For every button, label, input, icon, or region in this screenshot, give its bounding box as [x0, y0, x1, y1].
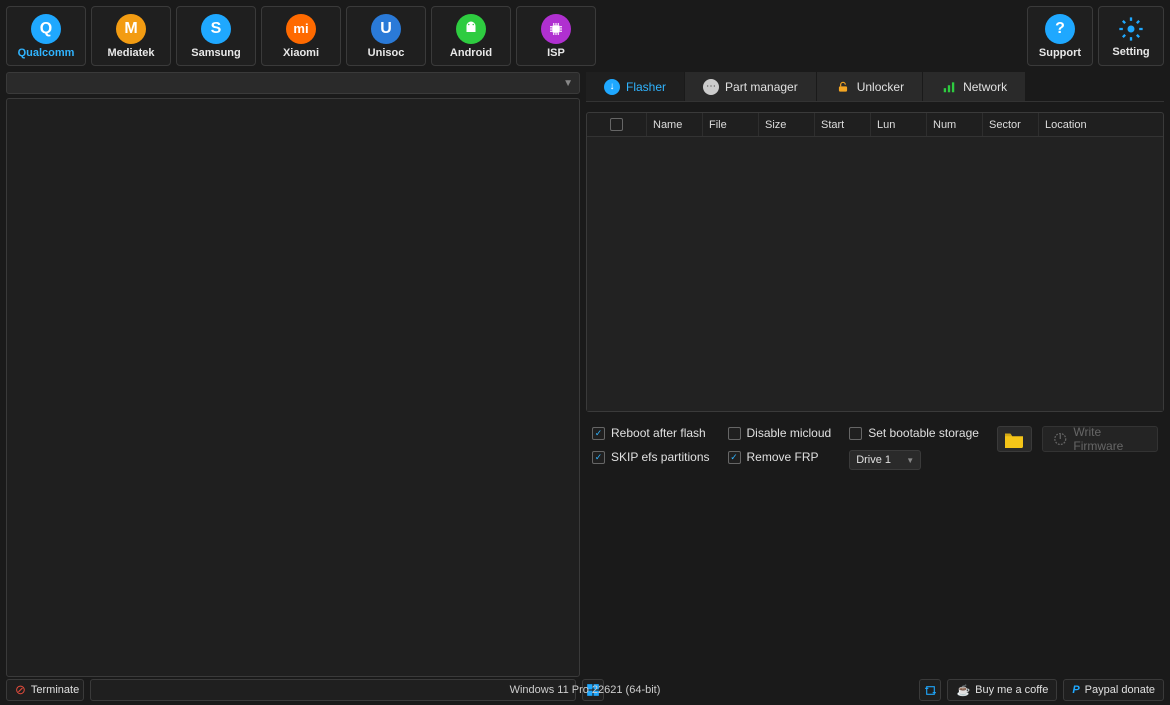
brand-label: ISP — [547, 47, 565, 59]
paypal-label: Paypal donate — [1085, 684, 1155, 696]
paypal-donate-button[interactable]: P Paypal donate — [1063, 679, 1164, 701]
write-firmware-label: Write Firmware — [1073, 425, 1147, 453]
stop-icon: ⊘ — [15, 682, 26, 698]
brand-label: Android — [450, 47, 492, 59]
write-firmware-button: Write Firmware — [1042, 426, 1158, 452]
header-checkbox-col — [587, 113, 647, 136]
select-all-checkbox[interactable] — [610, 118, 623, 131]
isp-icon — [541, 14, 571, 44]
brand-android[interactable]: Android — [431, 6, 511, 66]
screenshot-button[interactable] — [919, 679, 941, 701]
drive-select[interactable]: Drive 1 ▼ — [849, 450, 921, 470]
terminate-label: Terminate — [31, 684, 79, 696]
brand-label: Unisoc — [368, 47, 405, 59]
checkbox-icon — [849, 427, 862, 440]
brand-toolbar: Q Qualcomm M Mediatek S Samsung mi Xiaom… — [0, 0, 1170, 72]
samsung-icon: S — [201, 14, 231, 44]
brand-label: Xiaomi — [283, 47, 319, 59]
table-body — [587, 137, 1163, 411]
status-bar: ⊘ Terminate Windows 11 Pro 22621 (64-bit… — [0, 679, 1170, 705]
col-file[interactable]: File — [703, 113, 759, 136]
checkbox-icon — [592, 427, 605, 440]
chevron-down-icon: ▼ — [563, 78, 573, 89]
signal-icon — [941, 79, 957, 95]
tab-flasher[interactable]: ↓ Flasher — [586, 72, 685, 101]
power-icon — [1053, 431, 1068, 447]
brand-qualcomm[interactable]: Q Qualcomm — [6, 6, 86, 66]
paypal-icon: P — [1072, 684, 1079, 696]
brand-label: Qualcomm — [18, 47, 75, 59]
checkbox-icon — [728, 427, 741, 440]
tab-label: Unlocker — [857, 80, 904, 94]
drive-value: Drive 1 — [856, 454, 891, 466]
windows-button[interactable] — [582, 679, 604, 701]
browse-firmware-button[interactable] — [997, 426, 1032, 452]
brand-samsung[interactable]: S Samsung — [176, 6, 256, 66]
tab-unlocker[interactable]: Unlocker — [817, 72, 923, 101]
skip-efs-checkbox[interactable]: SKIP efs partitions — [592, 450, 710, 464]
col-sector[interactable]: Sector — [983, 113, 1039, 136]
tab-label: Part manager — [725, 80, 798, 94]
checkbox-icon — [592, 451, 605, 464]
option-label: Set bootable storage — [868, 426, 979, 440]
crop-icon — [924, 684, 937, 697]
mediatek-icon: M — [116, 14, 146, 44]
device-select-dropdown[interactable]: ▼ — [6, 72, 580, 94]
util-label: Setting — [1112, 46, 1149, 58]
checkbox-icon — [728, 451, 741, 464]
option-label: SKIP efs partitions — [611, 450, 710, 464]
col-num[interactable]: Num — [927, 113, 983, 136]
brand-label: Mediatek — [107, 47, 154, 59]
table-header: Name File Size Start Lun Num Sector Loca… — [587, 113, 1163, 137]
gear-icon — [1117, 15, 1145, 43]
coffee-label: Buy me a coffe — [975, 684, 1048, 696]
remove-frp-checkbox[interactable]: Remove FRP — [728, 450, 832, 464]
buy-coffee-button[interactable]: ☕ Buy me a coffe — [947, 679, 1057, 701]
setting-button[interactable]: Setting — [1098, 6, 1164, 66]
col-size[interactable]: Size — [759, 113, 815, 136]
col-lun[interactable]: Lun — [871, 113, 927, 136]
col-location[interactable]: Location — [1039, 113, 1163, 136]
tab-label: Network — [963, 80, 1007, 94]
brand-isp[interactable]: ISP — [516, 6, 596, 66]
tab-label: Flasher — [626, 80, 666, 94]
xiaomi-icon: mi — [286, 14, 316, 44]
terminate-button[interactable]: ⊘ Terminate — [6, 679, 84, 701]
util-label: Support — [1039, 47, 1081, 59]
android-icon — [456, 14, 486, 44]
brand-label: Samsung — [191, 47, 241, 59]
folder-icon — [1003, 430, 1025, 448]
col-start[interactable]: Start — [815, 113, 871, 136]
option-label: Reboot after flash — [611, 426, 706, 440]
unlock-icon — [835, 79, 851, 95]
option-label: Remove FRP — [747, 450, 819, 464]
col-name[interactable]: Name — [647, 113, 703, 136]
flash-options: Reboot after flash SKIP efs partitions D… — [586, 416, 1164, 472]
disable-micloud-checkbox[interactable]: Disable micloud — [728, 426, 832, 440]
coffee-icon: ☕ — [956, 684, 970, 697]
tab-network[interactable]: Network — [923, 72, 1026, 101]
dots-icon: ⋯ — [703, 79, 719, 95]
reboot-after-flash-checkbox[interactable]: Reboot after flash — [592, 426, 710, 440]
option-label: Disable micloud — [747, 426, 832, 440]
support-button[interactable]: ? Support — [1027, 6, 1093, 66]
chevron-down-icon: ▼ — [906, 456, 914, 465]
set-bootable-checkbox[interactable]: Set bootable storage — [849, 426, 979, 440]
brand-mediatek[interactable]: M Mediatek — [91, 6, 171, 66]
right-tabs: ↓ Flasher ⋯ Part manager Unlocker — [586, 72, 1164, 102]
help-icon: ? — [1045, 14, 1075, 44]
download-icon: ↓ — [604, 79, 620, 95]
partition-table: Name File Size Start Lun Num Sector Loca… — [586, 112, 1164, 412]
tab-part-manager[interactable]: ⋯ Part manager — [685, 72, 817, 101]
qualcomm-icon: Q — [31, 14, 61, 44]
log-panel — [6, 98, 580, 677]
status-input[interactable] — [90, 679, 576, 701]
brand-xiaomi[interactable]: mi Xiaomi — [261, 6, 341, 66]
windows-icon — [586, 683, 600, 697]
unisoc-icon: U — [371, 14, 401, 44]
brand-unisoc[interactable]: U Unisoc — [346, 6, 426, 66]
